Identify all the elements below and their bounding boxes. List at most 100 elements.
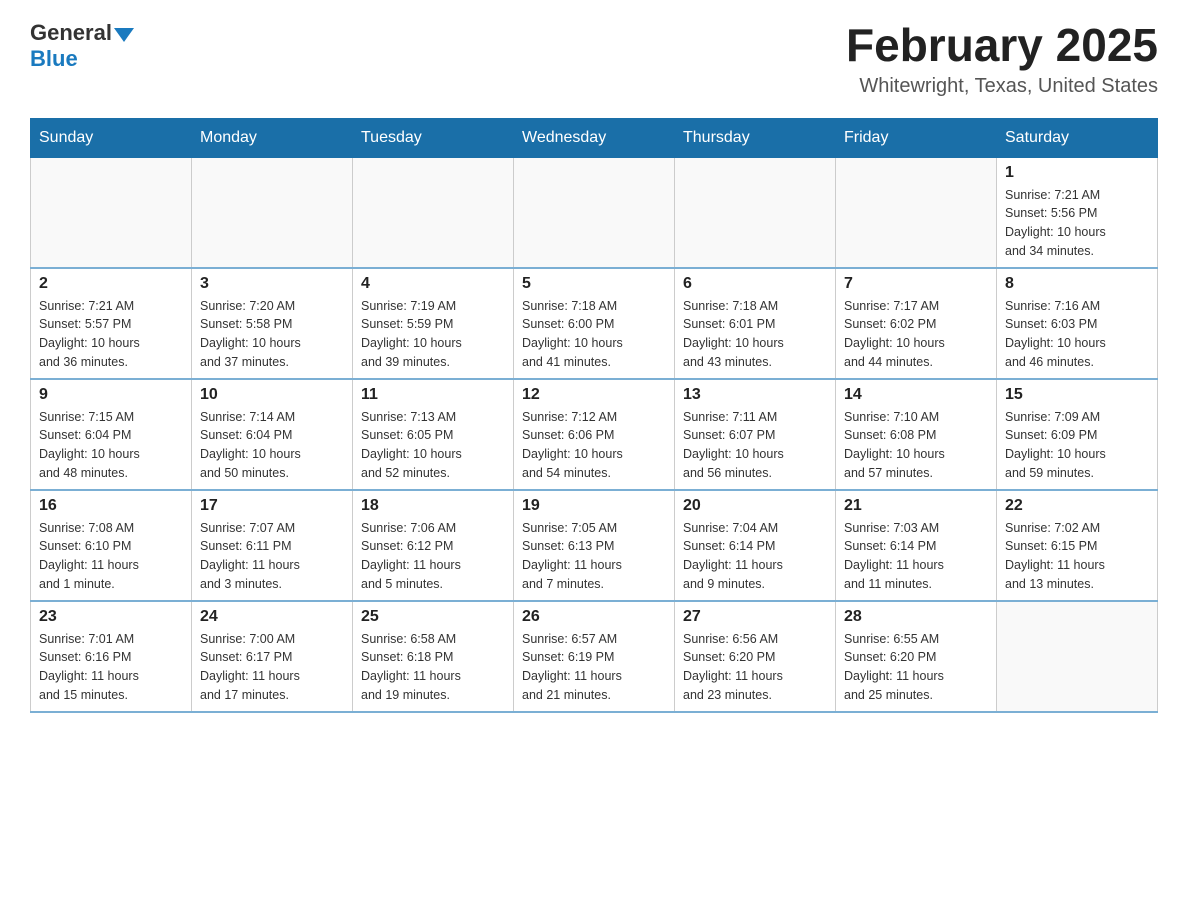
day-number: 19 <box>522 497 666 515</box>
weekday-header-monday: Monday <box>192 118 353 157</box>
day-info: Sunrise: 7:11 AM Sunset: 6:07 PM Dayligh… <box>683 408 827 483</box>
day-info: Sunrise: 7:19 AM Sunset: 5:59 PM Dayligh… <box>361 297 505 372</box>
day-info: Sunrise: 7:18 AM Sunset: 6:00 PM Dayligh… <box>522 297 666 372</box>
day-number: 13 <box>683 386 827 404</box>
calendar-title: February 2025 <box>846 20 1158 71</box>
calendar-cell: 24Sunrise: 7:00 AM Sunset: 6:17 PM Dayli… <box>192 601 353 712</box>
calendar-cell: 20 Sunrise: 7:04 AM Sunset: 6:14 PM Dayli… <box>675 490 836 601</box>
page-header: General Blue February 2025 Whitewright, … <box>30 20 1158 98</box>
day-number: 21 <box>844 497 988 515</box>
day-info: Sunrise: 7:21 AM Sunset: 5:56 PM Dayligh… <box>1005 186 1149 261</box>
calendar-cell: 18 Sunrise: 7:06 AM Sunset: 6:12 PM Dayli… <box>353 490 514 601</box>
calendar-cell <box>514 157 675 268</box>
calendar-subtitle: Whitewright, Texas, United States <box>846 75 1158 98</box>
calendar-cell <box>353 157 514 268</box>
weekday-header-friday: Friday <box>836 118 997 157</box>
day-info: Sunrise: 7:06 AM Sunset: 6:12 PM Dayligh… <box>361 519 505 594</box>
calendar-cell: 8 Sunrise: 7:16 AM Sunset: 6:03 PM Daylig… <box>997 268 1158 379</box>
day-number: 16 <box>39 497 183 515</box>
week-row-1: 1Sunrise: 7:21 AM Sunset: 5:56 PM Daylig… <box>31 157 1158 268</box>
calendar-cell: 17 Sunrise: 7:07 AM Sunset: 6:11 PM Dayli… <box>192 490 353 601</box>
day-info: Sunrise: 7:01 AM Sunset: 6:16 PM Dayligh… <box>39 630 183 705</box>
week-row-2: 2 Sunrise: 7:21 AM Sunset: 5:57 PM Daylig… <box>31 268 1158 379</box>
calendar-cell: 19 Sunrise: 7:05 AM Sunset: 6:13 PM Dayli… <box>514 490 675 601</box>
weekday-header-wednesday: Wednesday <box>514 118 675 157</box>
day-number: 27 <box>683 608 827 626</box>
weekday-header-tuesday: Tuesday <box>353 118 514 157</box>
day-number: 24 <box>200 608 344 626</box>
day-number: 12 <box>522 386 666 404</box>
day-info: Sunrise: 7:04 AM Sunset: 6:14 PM Dayligh… <box>683 519 827 594</box>
day-info: Sunrise: 6:56 AM Sunset: 6:20 PM Dayligh… <box>683 630 827 705</box>
day-info: Sunrise: 7:02 AM Sunset: 6:15 PM Dayligh… <box>1005 519 1149 594</box>
day-info: Sunrise: 7:15 AM Sunset: 6:04 PM Dayligh… <box>39 408 183 483</box>
week-row-5: 23 Sunrise: 7:01 AM Sunset: 6:16 PM Dayli… <box>31 601 1158 712</box>
day-number: 4 <box>361 275 505 293</box>
day-number: 23 <box>39 608 183 626</box>
day-number: 15 <box>1005 386 1149 404</box>
day-number: 17 <box>200 497 344 515</box>
day-info: Sunrise: 6:55 AM Sunset: 6:20 PM Dayligh… <box>844 630 988 705</box>
calendar-cell: 4 Sunrise: 7:19 AM Sunset: 5:59 PM Daylig… <box>353 268 514 379</box>
day-info: Sunrise: 7:09 AM Sunset: 6:09 PM Dayligh… <box>1005 408 1149 483</box>
day-number: 26 <box>522 608 666 626</box>
title-block: February 2025 Whitewright, Texas, United… <box>846 20 1158 98</box>
day-info: Sunrise: 7:03 AM Sunset: 6:14 PM Dayligh… <box>844 519 988 594</box>
day-number: 10 <box>200 386 344 404</box>
day-number: 22 <box>1005 497 1149 515</box>
day-number: 5 <box>522 275 666 293</box>
day-info: Sunrise: 7:13 AM Sunset: 6:05 PM Dayligh… <box>361 408 505 483</box>
day-number: 3 <box>200 275 344 293</box>
calendar-cell: 11 Sunrise: 7:13 AM Sunset: 6:05 PM Dayli… <box>353 379 514 490</box>
day-info: Sunrise: 7:05 AM Sunset: 6:13 PM Dayligh… <box>522 519 666 594</box>
calendar-cell: 27 Sunrise: 6:56 AM Sunset: 6:20 PM Dayli… <box>675 601 836 712</box>
day-number: 8 <box>1005 275 1149 293</box>
calendar-cell: 16 Sunrise: 7:08 AM Sunset: 6:10 PM Dayli… <box>31 490 192 601</box>
calendar-cell: 21 Sunrise: 7:03 AM Sunset: 6:14 PM Dayli… <box>836 490 997 601</box>
day-info: Sunrise: 7:12 AM Sunset: 6:06 PM Dayligh… <box>522 408 666 483</box>
day-info: Sunrise: 6:57 AM Sunset: 6:19 PM Dayligh… <box>522 630 666 705</box>
day-number: 25 <box>361 608 505 626</box>
day-number: 14 <box>844 386 988 404</box>
calendar-cell: 22 Sunrise: 7:02 AM Sunset: 6:15 PM Dayli… <box>997 490 1158 601</box>
calendar-cell: 25 Sunrise: 6:58 AM Sunset: 6:18 PM Dayli… <box>353 601 514 712</box>
weekday-header-thursday: Thursday <box>675 118 836 157</box>
day-info: Sunrise: 7:17 AM Sunset: 6:02 PM Dayligh… <box>844 297 988 372</box>
logo: General Blue <box>30 20 134 72</box>
day-info: Sunrise: 6:58 AM Sunset: 6:18 PM Dayligh… <box>361 630 505 705</box>
calendar-cell: 12 Sunrise: 7:12 AM Sunset: 6:06 PM Dayli… <box>514 379 675 490</box>
logo-blue-text: Blue <box>30 46 78 72</box>
calendar-cell: 28 Sunrise: 6:55 AM Sunset: 6:20 PM Dayli… <box>836 601 997 712</box>
day-info: Sunrise: 7:07 AM Sunset: 6:11 PM Dayligh… <box>200 519 344 594</box>
week-row-4: 16 Sunrise: 7:08 AM Sunset: 6:10 PM Dayli… <box>31 490 1158 601</box>
calendar-cell: 9 Sunrise: 7:15 AM Sunset: 6:04 PM Daylig… <box>31 379 192 490</box>
calendar-cell: 5 Sunrise: 7:18 AM Sunset: 6:00 PM Daylig… <box>514 268 675 379</box>
calendar-cell <box>192 157 353 268</box>
weekday-header-row: SundayMondayTuesdayWednesdayThursdayFrid… <box>31 118 1158 157</box>
day-info: Sunrise: 7:21 AM Sunset: 5:57 PM Dayligh… <box>39 297 183 372</box>
calendar-cell <box>836 157 997 268</box>
day-number: 7 <box>844 275 988 293</box>
calendar-cell <box>31 157 192 268</box>
day-info: Sunrise: 7:18 AM Sunset: 6:01 PM Dayligh… <box>683 297 827 372</box>
calendar-cell: 7 Sunrise: 7:17 AM Sunset: 6:02 PM Daylig… <box>836 268 997 379</box>
logo-arrow-icon <box>114 28 134 42</box>
calendar-table: SundayMondayTuesdayWednesdayThursdayFrid… <box>30 118 1158 713</box>
day-info: Sunrise: 7:16 AM Sunset: 6:03 PM Dayligh… <box>1005 297 1149 372</box>
calendar-cell: 13 Sunrise: 7:11 AM Sunset: 6:07 PM Dayli… <box>675 379 836 490</box>
logo-general-word: General <box>30 20 112 46</box>
calendar-cell: 15 Sunrise: 7:09 AM Sunset: 6:09 PM Dayli… <box>997 379 1158 490</box>
calendar-cell <box>675 157 836 268</box>
day-number: 18 <box>361 497 505 515</box>
calendar-cell: 14Sunrise: 7:10 AM Sunset: 6:08 PM Dayli… <box>836 379 997 490</box>
calendar-cell: 23 Sunrise: 7:01 AM Sunset: 6:16 PM Dayli… <box>31 601 192 712</box>
day-number: 20 <box>683 497 827 515</box>
day-number: 2 <box>39 275 183 293</box>
calendar-cell: 2 Sunrise: 7:21 AM Sunset: 5:57 PM Daylig… <box>31 268 192 379</box>
day-number: 9 <box>39 386 183 404</box>
calendar-cell: 3Sunrise: 7:20 AM Sunset: 5:58 PM Daylig… <box>192 268 353 379</box>
day-info: Sunrise: 7:08 AM Sunset: 6:10 PM Dayligh… <box>39 519 183 594</box>
day-number: 28 <box>844 608 988 626</box>
calendar-cell: 6Sunrise: 7:18 AM Sunset: 6:01 PM Daylig… <box>675 268 836 379</box>
day-number: 11 <box>361 386 505 404</box>
